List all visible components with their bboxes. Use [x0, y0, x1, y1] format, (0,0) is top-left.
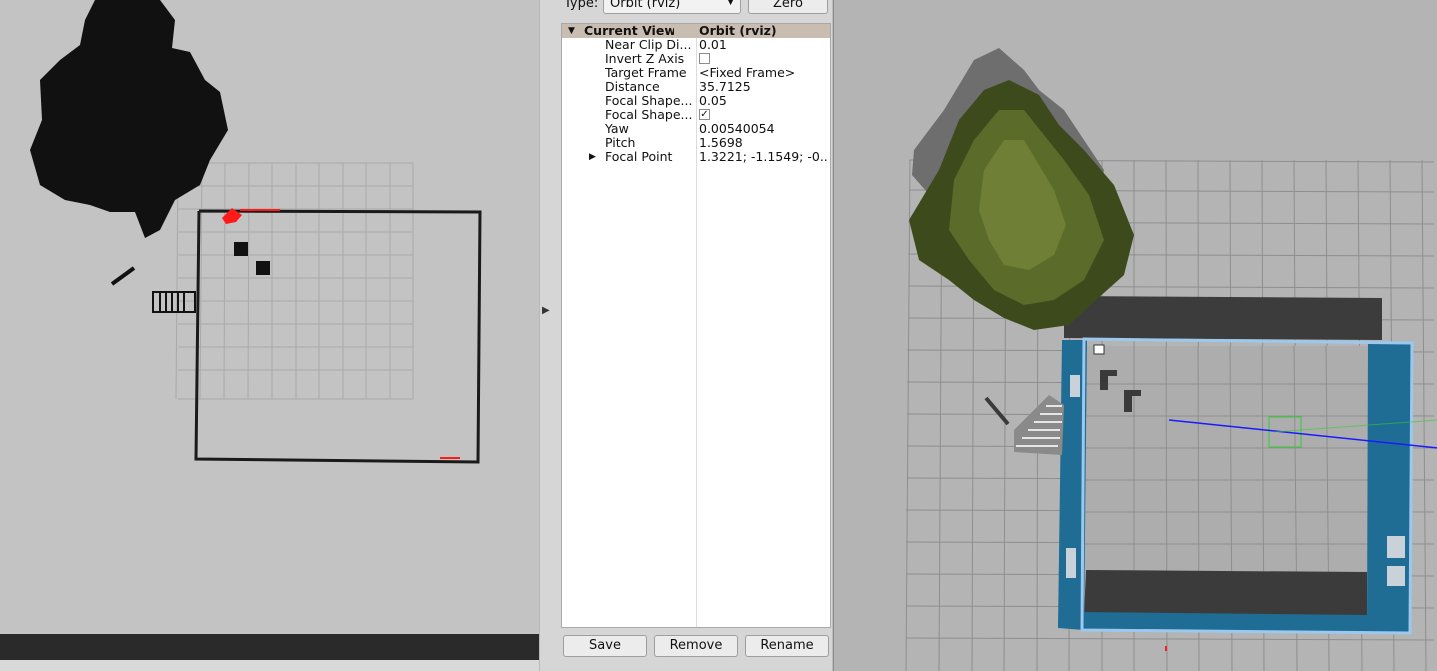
window [1387, 566, 1405, 586]
view-type-value: Orbit (rviz) [610, 0, 681, 11]
map-shadow-strip [0, 634, 539, 660]
scene-render [905, 48, 1437, 671]
property-row-focal-shape-size[interactable]: Focal Shape... 0.05 [562, 94, 830, 108]
type-label: Type: [564, 0, 599, 11]
laser-point [1165, 646, 1167, 651]
property-name: Focal Shape... [605, 94, 693, 108]
property-name: Pitch [605, 136, 636, 150]
property-name: Focal Shape... [605, 108, 693, 122]
property-row-pitch[interactable]: Pitch 1.5698 [562, 136, 830, 150]
property-name: Target Frame [605, 66, 687, 80]
current-view-label: Current View [584, 24, 674, 38]
remove-button[interactable]: Remove [654, 635, 738, 657]
right-wall [1367, 342, 1412, 633]
panel-splitter[interactable] [539, 0, 555, 671]
property-value[interactable]: 0.00540054 [699, 122, 829, 136]
map-view[interactable] [0, 0, 539, 671]
property-row-invert-z[interactable]: Invert Z Axis [562, 52, 830, 66]
property-value[interactable]: 0.01 [699, 38, 829, 52]
status-bar [0, 660, 539, 671]
property-name: Invert Z Axis [605, 52, 685, 66]
stairs-model [1014, 395, 1064, 455]
chevron-down-icon: ▼ [727, 0, 734, 7]
focal-shape-checkbox[interactable]: ✓ [699, 109, 710, 120]
bar-obstacle [110, 266, 136, 286]
obstacle-box [256, 261, 270, 275]
expand-icon[interactable]: ▶ [589, 150, 596, 164]
property-name: Yaw [605, 122, 629, 136]
property-row-yaw[interactable]: Yaw 0.00540054 [562, 122, 830, 136]
laser-scan [222, 208, 460, 459]
map-grid [175, 162, 414, 400]
property-name: Focal Point [605, 150, 673, 164]
robot-marker [1093, 344, 1105, 355]
property-row-near-clip[interactable]: Near Clip Di... 0.01 [562, 38, 830, 52]
views-panel: Type: Orbit (rviz) ▼ Zero ▼ Current View… [554, 0, 832, 671]
window [1066, 548, 1076, 578]
property-value[interactable]: 0.05 [699, 94, 829, 108]
invert-z-checkbox[interactable] [699, 53, 710, 64]
window [1387, 536, 1405, 558]
property-value[interactable]: 35.7125 [699, 80, 829, 94]
current-view-value: Orbit (rviz) [699, 24, 777, 38]
property-row-focal-point[interactable]: ▶ Focal Point 1.3221; -1.1549; -0... [562, 150, 830, 164]
property-row-distance[interactable]: Distance 35.7125 [562, 80, 830, 94]
view-type-dropdown[interactable]: Orbit (rviz) ▼ [603, 0, 741, 14]
property-value[interactable]: 1.5698 [699, 136, 829, 150]
property-row-focal-shape-fixed[interactable]: Focal Shape... ✓ [562, 108, 830, 122]
stairs-obstacle [152, 291, 196, 313]
save-button[interactable]: Save [563, 635, 647, 657]
tree-obstacle [30, 0, 228, 238]
top-right-pillar [1368, 344, 1412, 368]
obstacle-box [234, 242, 248, 256]
property-value[interactable]: 1.3221; -1.1549; -0... [699, 150, 829, 164]
current-view-row[interactable]: ▼ Current View Orbit (rviz) [562, 24, 830, 38]
zero-button[interactable]: Zero [748, 0, 828, 14]
property-name: Distance [605, 80, 660, 94]
property-row-target-frame[interactable]: Target Frame <Fixed Frame> [562, 66, 830, 80]
inner-bottom-wall [1084, 570, 1367, 616]
collapse-icon[interactable]: ▼ [568, 24, 575, 38]
back-wall [1064, 296, 1382, 340]
window [1070, 375, 1080, 397]
view-properties-tree[interactable]: ▼ Current View Orbit (rviz) Near Clip Di… [561, 23, 831, 628]
property-name: Near Clip Di... [605, 38, 692, 52]
expand-panel-icon[interactable]: ▶ [542, 304, 552, 318]
property-value[interactable]: <Fixed Frame> [699, 66, 829, 80]
occupancy-map [30, 0, 482, 464]
scene-3d-view[interactable] [833, 0, 1437, 671]
rename-button[interactable]: Rename [745, 635, 829, 657]
